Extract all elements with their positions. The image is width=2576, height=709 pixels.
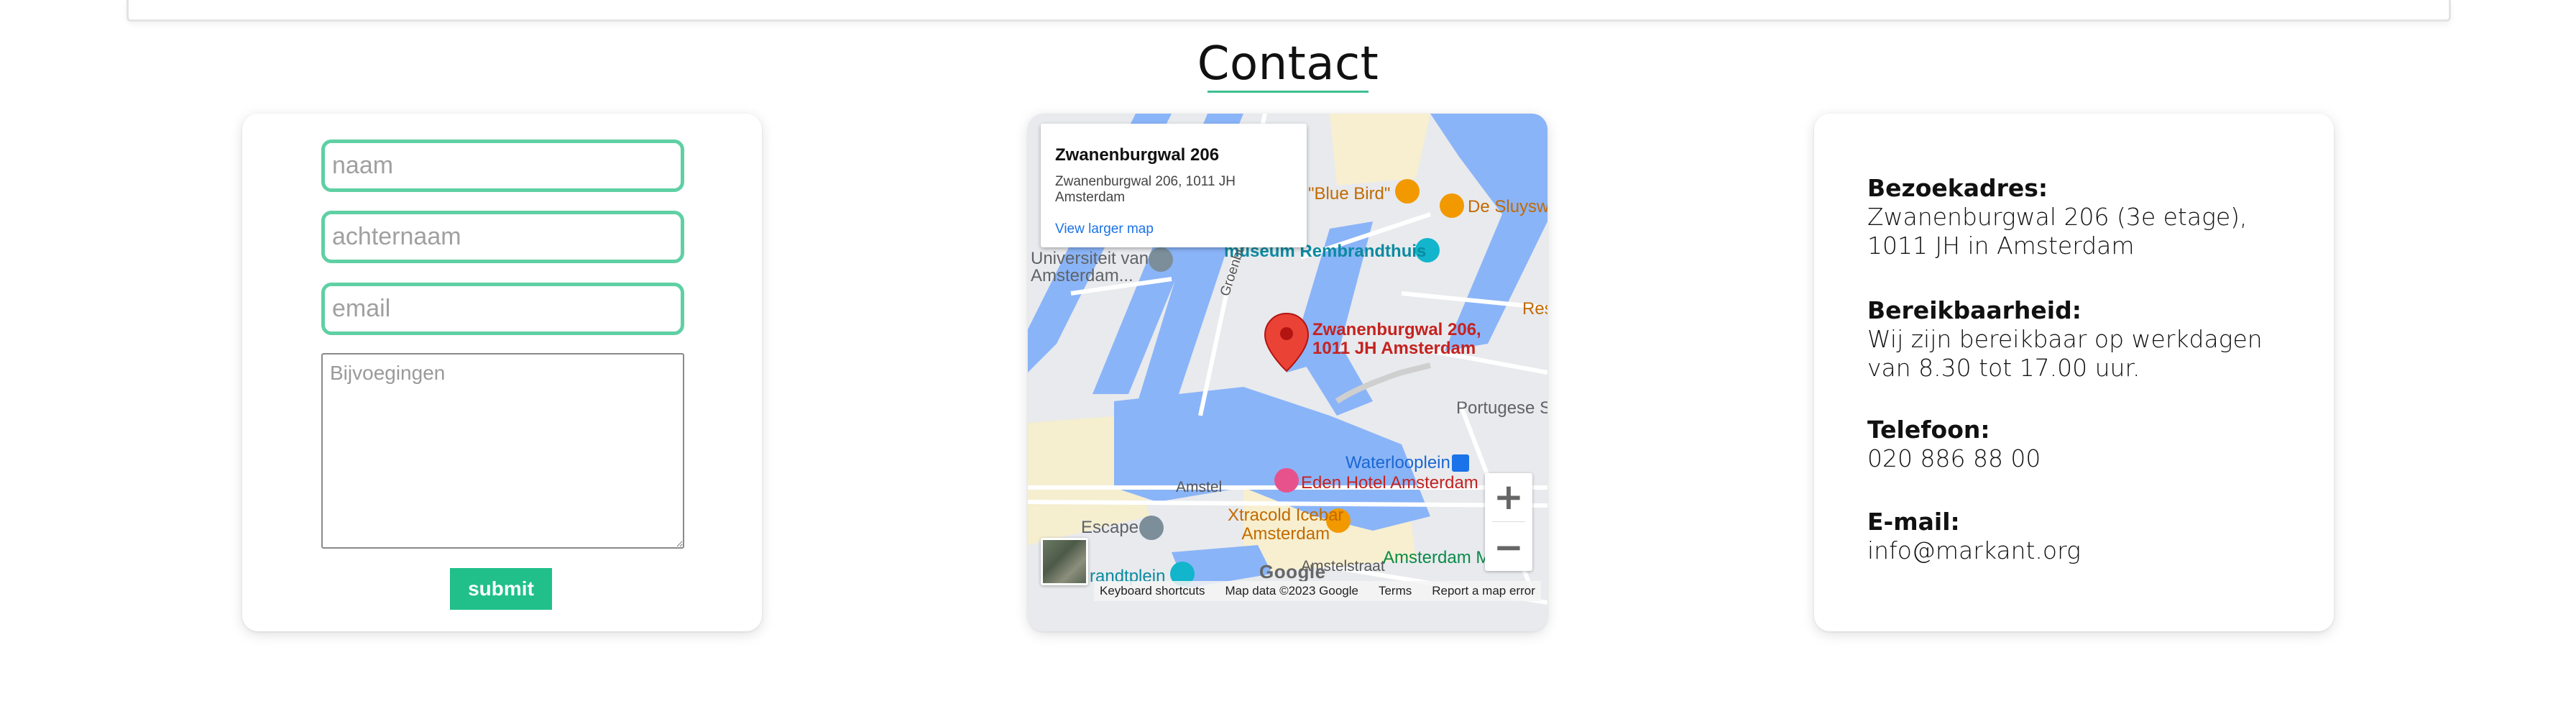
marker-label-line-1: Zwanenburgwal 206, — [1312, 320, 1481, 339]
email-label: E-mail: — [1867, 508, 1960, 536]
terms-link[interactable]: Terms — [1379, 584, 1412, 598]
zoom-separator — [1492, 521, 1525, 522]
last-name-input[interactable] — [321, 211, 684, 263]
map-label-universiteit: Universiteit van Amsterdam... — [1031, 250, 1149, 285]
map-label-escape: Escape — [1081, 518, 1139, 537]
map-data-text: Map data ©2023 Google — [1225, 584, 1358, 598]
email-address: info@markant.org — [1867, 536, 2081, 564]
map-zoom-control: + − — [1485, 473, 1532, 571]
visit-address-label: Bezoekadres: — [1867, 174, 2048, 202]
submit-button[interactable]: submit — [450, 568, 552, 610]
availability-label: Bereikbaarheid: — [1867, 296, 2082, 324]
phone-label: Telefoon: — [1867, 416, 1990, 444]
phone-block: Telefoon: 020 886 88 00 — [1867, 416, 2299, 473]
keyboard-shortcuts-link[interactable]: Keyboard shortcuts — [1100, 584, 1205, 598]
report-map-error-link[interactable]: Report a map error — [1432, 584, 1535, 598]
map-label-xtracold-line-1: Xtracold Icebar — [1228, 506, 1344, 525]
popup-title: Zwanenburgwal 206 — [1055, 145, 1220, 165]
map-label-universiteit-line-1: Universiteit van — [1031, 249, 1149, 268]
popup-address: Zwanenburgwal 206, 1011 JH Amsterdam — [1055, 174, 1236, 205]
marker-label-line-2: 1011 JH Amsterdam — [1312, 339, 1476, 358]
contact-info-card: Bezoekadres: Zwanenburgwal 206 (3e etage… — [1814, 114, 2334, 631]
visit-address-text: Zwanenburgwal 206 (3e etage), 1011 JH in… — [1867, 203, 2248, 260]
map-info-popup: Zwanenburgwal 206 Zwanenburgwal 206, 101… — [1041, 124, 1307, 247]
map-label-res: Res — [1522, 299, 1547, 319]
map-label-xtracold: Xtracold Icebar Amsterdam — [1228, 506, 1343, 544]
marker-label: Zwanenburgwal 206, 1011 JH Amsterdam — [1312, 321, 1481, 358]
phone-number: 020 886 88 00 — [1867, 444, 2041, 472]
map-label-portugese: Portugese S — [1456, 398, 1547, 418]
title-underline — [1208, 91, 1368, 93]
availability-text: Wij zijn bereikbaar op werkdagen van 8.3… — [1867, 325, 2263, 382]
email-block: E-mail: info@markant.org — [1867, 508, 2299, 565]
map-label-amsterdam-m: Amsterdam M — [1383, 548, 1491, 567]
map-label-de-sluyswacht: De Sluysw — [1468, 197, 1547, 216]
map-label-xtracold-line-2: Amsterdam — [1241, 524, 1330, 544]
map-label-blue-bird: "Blue Bird" — [1308, 184, 1391, 203]
email-input[interactable] — [321, 283, 684, 335]
zoom-in-button[interactable]: + — [1485, 473, 1532, 521]
map-label-universiteit-line-2: Amsterdam... — [1031, 266, 1133, 285]
page-title: Contact — [1197, 37, 1379, 91]
contact-form-card: submit — [242, 114, 762, 631]
visit-address-block: Bezoekadres: Zwanenburgwal 206 (3e etage… — [1867, 174, 2299, 260]
map-card: Zwanenburgwal 206, 1011 JH Amsterdam "Bl… — [1028, 114, 1547, 631]
map-label-waterlooplein: Waterlooplein — [1346, 453, 1450, 472]
top-panel-edge — [126, 0, 2451, 22]
google-logo: Google — [1259, 561, 1326, 582]
first-name-input[interactable] — [321, 139, 684, 192]
map-attribution-bar: Keyboard shortcuts Map data ©2023 Google… — [1094, 581, 1541, 601]
view-larger-map-link[interactable]: View larger map — [1055, 221, 1154, 237]
map-label-eden-hotel: Eden Hotel Amsterdam — [1301, 473, 1478, 493]
map-label-amstel: Amstel — [1176, 479, 1223, 495]
zoom-out-button[interactable]: − — [1485, 523, 1532, 571]
attachments-textarea[interactable] — [321, 353, 684, 549]
availability-block: Bereikbaarheid: Wij zijn bereikbaar op w… — [1867, 296, 2299, 383]
satellite-toggle-button[interactable] — [1041, 538, 1088, 585]
